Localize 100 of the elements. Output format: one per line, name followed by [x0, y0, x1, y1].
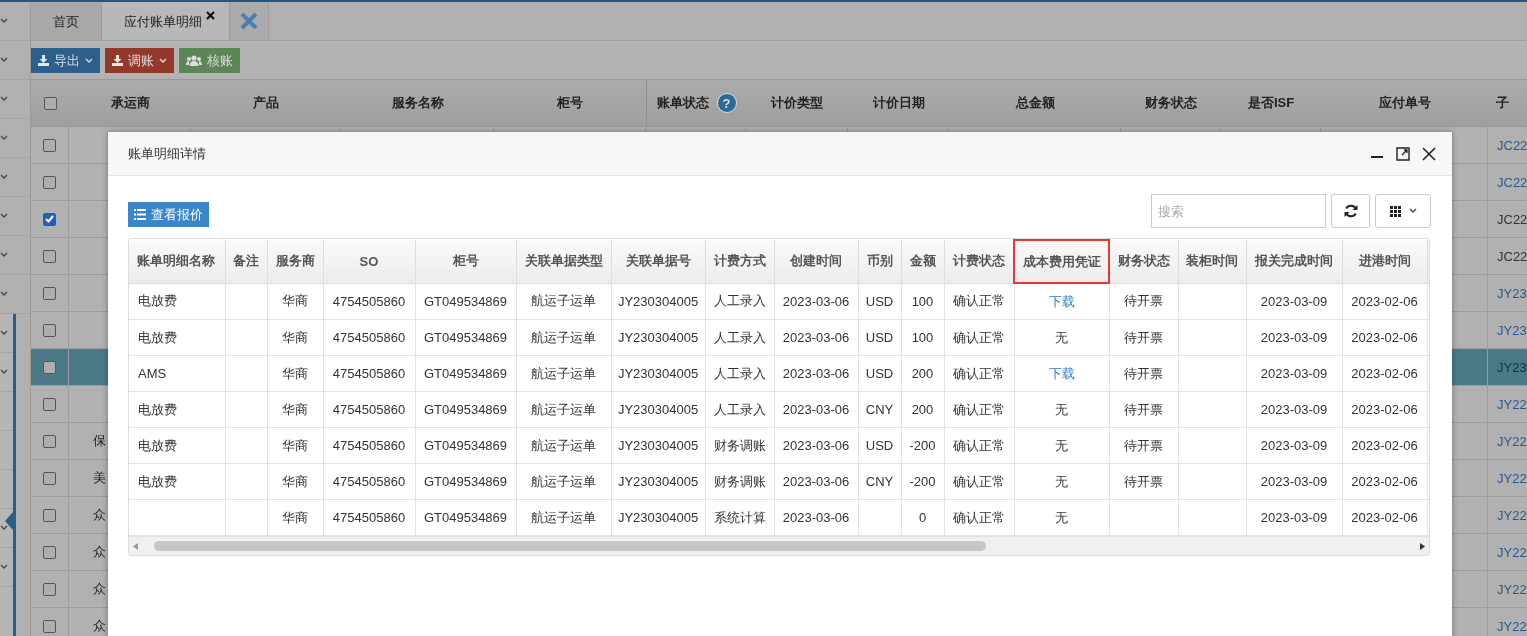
table-cell: 2023-03-09 — [1260, 402, 1328, 417]
table-cell: 人工录入 — [713, 329, 766, 345]
table-cell: 确认正常 — [953, 509, 1005, 525]
table-cell: 待开票 — [1124, 473, 1163, 489]
table-cell: 2023-03-09 — [1260, 474, 1328, 489]
checkbox[interactable] — [43, 434, 56, 448]
link[interactable]: JY22 — [1497, 581, 1527, 597]
table-cell: 保 — [93, 432, 106, 450]
table-cell: CNY — [865, 474, 894, 489]
column-header: 产品 — [253, 94, 279, 112]
refresh-button[interactable] — [1331, 194, 1370, 228]
link[interactable]: JY23 — [1497, 322, 1527, 338]
link[interactable]: JY22 — [1497, 507, 1527, 523]
checkbox[interactable] — [43, 286, 56, 300]
checkbox[interactable] — [43, 360, 56, 374]
table-cell: JY230304005 — [617, 366, 699, 381]
table-cell: 航运子运单 — [531, 509, 596, 525]
table-cell: 2023-03-06 — [782, 474, 850, 489]
table-cell: -200 — [909, 474, 936, 489]
checkbox[interactable] — [43, 249, 56, 263]
table-cell: 财务调账 — [713, 437, 766, 453]
table-cell: 华商 — [282, 401, 308, 417]
columns-button[interactable] — [1375, 194, 1431, 228]
checkbox[interactable] — [43, 545, 56, 559]
checkbox[interactable] — [43, 175, 56, 189]
table-cell: 华商 — [282, 509, 308, 525]
column-header: 计价类型 — [771, 94, 823, 112]
link[interactable]: JY22 — [1497, 433, 1527, 449]
checkbox[interactable] — [43, 323, 56, 337]
download-link[interactable]: 下载 — [1048, 293, 1075, 309]
table-cell: 电放费 — [138, 329, 177, 345]
checkbox[interactable] — [43, 96, 57, 110]
table-cell: 航运子运单 — [531, 437, 596, 453]
column-header: 财务状态 — [1145, 94, 1197, 112]
table-cell: 2023-03-09 — [1260, 366, 1328, 381]
table-cell: 待开票 — [1124, 329, 1163, 345]
table-cell: 4754505860 — [332, 438, 406, 453]
table-cell: 众 — [93, 543, 106, 561]
table-cell: 2023-03-09 — [1260, 330, 1328, 345]
column-header: 金额 — [901, 240, 944, 283]
chevron-down-icon — [0, 330, 8, 336]
table-cell: JY230304005 — [617, 330, 699, 345]
checkbox[interactable] — [43, 471, 56, 485]
checkbox[interactable] — [43, 508, 56, 522]
maximize-icon[interactable] — [1396, 146, 1410, 161]
table-cell: 无 — [1055, 329, 1068, 345]
chevron-down-icon — [0, 564, 8, 570]
table-cell: 航运子运单 — [531, 401, 596, 417]
link[interactable]: JY22 — [1497, 544, 1527, 560]
link[interactable]: JC22 — [1497, 137, 1527, 153]
link[interactable]: JY23 — [1497, 359, 1527, 375]
view-quote-button[interactable]: 查看报价 — [128, 202, 209, 227]
help-button[interactable]: ? — [716, 93, 737, 113]
link[interactable]: JY23 — [1497, 285, 1527, 301]
column-header: 柜号 — [557, 94, 583, 112]
table-cell: 4754505860 — [332, 510, 406, 525]
checkbox[interactable] — [43, 582, 56, 596]
table-cell: 2023-02-06 — [1351, 402, 1418, 417]
link[interactable]: JY22 — [1497, 618, 1527, 634]
link[interactable]: JY22 — [1497, 396, 1527, 412]
table-cell: 2023-03-09 — [1260, 510, 1328, 525]
column-header: 计费状态 — [944, 240, 1014, 283]
checkbox[interactable] — [43, 212, 56, 226]
table-cell: 人工录入 — [713, 401, 766, 417]
table-cell: 美 — [93, 469, 106, 487]
table-cell: 4754505860 — [332, 474, 406, 489]
chevron-down-icon — [0, 57, 8, 63]
collapse-handle-icon — [5, 512, 13, 530]
toolbar-button[interactable]: 导出 — [31, 48, 100, 73]
table-cell: JY230304005 — [617, 474, 699, 489]
checkbox[interactable] — [43, 619, 56, 633]
table-cell: 众 — [93, 580, 106, 598]
table-cell: 2023-02-06 — [1351, 510, 1418, 525]
column-header: 承运商 — [110, 94, 150, 112]
table-cell: 确认正常 — [953, 329, 1005, 345]
download-link[interactable]: 下载 — [1048, 365, 1075, 381]
close-icon[interactable] — [1422, 146, 1436, 161]
toolbar-button[interactable]: 核账 — [179, 48, 240, 73]
table-cell: 电放费 — [138, 437, 177, 453]
checkbox[interactable] — [43, 397, 56, 411]
column-header: 进港时间 — [1342, 240, 1427, 283]
search-field[interactable]: 搜索 — [1151, 194, 1326, 228]
toolbar-button[interactable]: 调账 — [105, 48, 174, 73]
table-cell: 人工录入 — [713, 293, 766, 309]
link[interactable]: JY22 — [1497, 470, 1527, 486]
table-cell: GT049534869 — [423, 366, 508, 381]
tab[interactable]: 应付账单明细 — [102, 2, 230, 40]
chevron-down-icon — [0, 213, 8, 219]
scroll-right-icon — [1420, 542, 1425, 550]
table-cell: JC22 — [1497, 211, 1527, 227]
checkbox[interactable] — [43, 138, 56, 152]
column-header: 关联单据类型 — [516, 240, 611, 283]
tab[interactable]: 首页 — [31, 2, 102, 40]
table-cell: AMS — [138, 366, 167, 381]
check-icon — [45, 215, 54, 223]
horizontal-scrollbar[interactable] — [129, 536, 1429, 555]
table-cell: 华商 — [282, 293, 308, 309]
highlighted-column-header: 成本费用凭证 — [1014, 240, 1109, 283]
link[interactable]: JC22 — [1497, 174, 1527, 190]
download-icon — [112, 55, 123, 66]
